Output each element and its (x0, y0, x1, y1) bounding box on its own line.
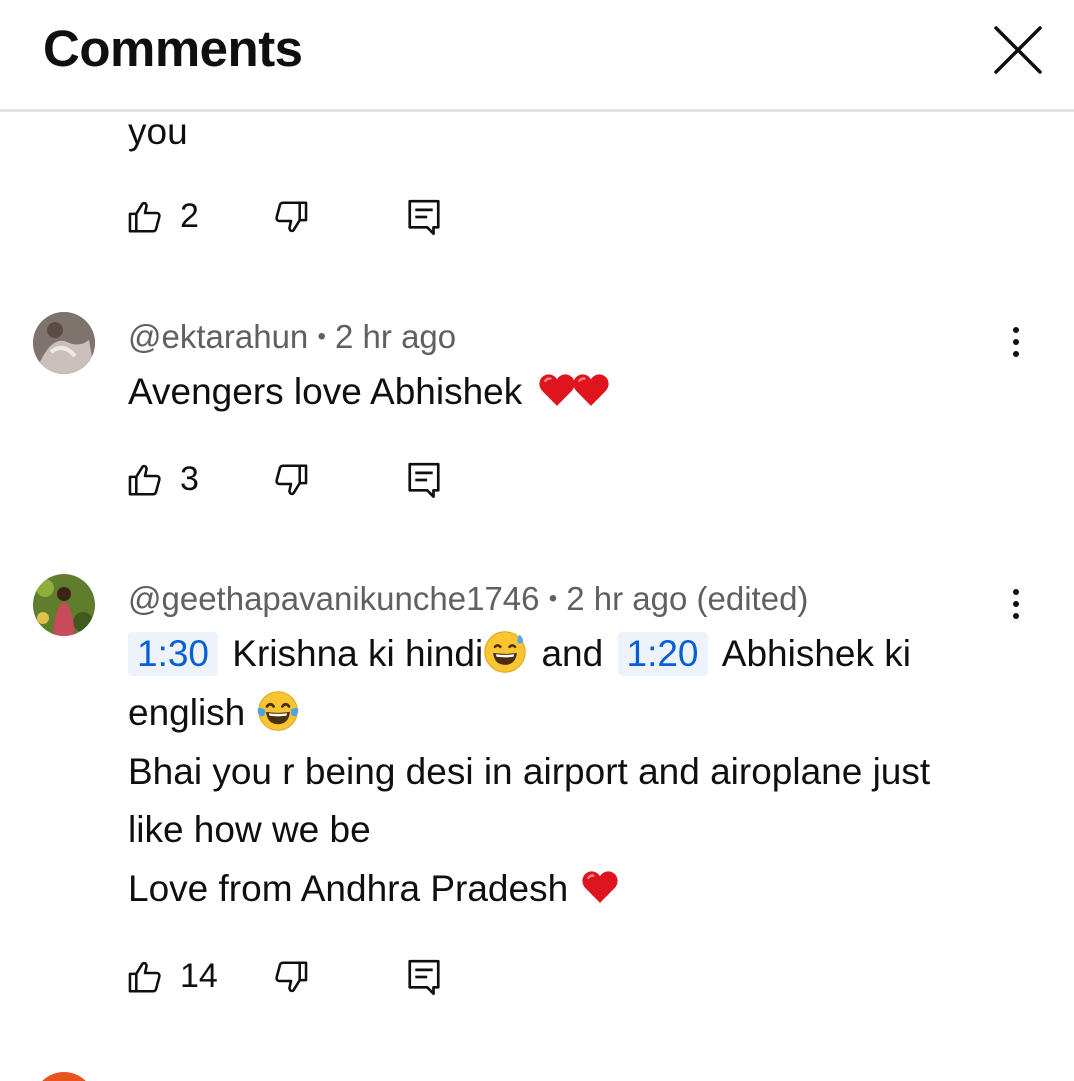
comment-segment: english (128, 692, 246, 733)
panel-title: Comments (43, 20, 303, 77)
more-options-button[interactable] (1000, 317, 1032, 367)
meta-separator: • (317, 323, 326, 350)
reply-button[interactable] (406, 952, 446, 1002)
like-count: 3 (180, 460, 199, 498)
comment-time: 2 hr ago (edited) (566, 580, 809, 617)
like-button[interactable]: 3 (126, 455, 236, 505)
close-button[interactable] (990, 22, 1046, 78)
avatar[interactable] (33, 1072, 95, 1081)
comment-actions: 3 (0, 455, 1074, 505)
like-count: 2 (180, 197, 199, 235)
comment-body: Avengers love Abhishek (128, 371, 523, 412)
reply-button[interactable] (406, 192, 446, 242)
more-options-button[interactable] (1000, 579, 1032, 629)
comment-text-line: 1:30 Krishna ki hindi and 1:20 Abhishek … (128, 625, 911, 683)
comment-meta: @geethapavanikunche1746 • 2 hr ago (edit… (128, 579, 808, 619)
comment-actions: 14 (0, 952, 1074, 1002)
reply-icon (408, 199, 440, 235)
comments-list[interactable]: you 2 @ektarahun • 2 hr ago Avengers lov… (0, 112, 1074, 1081)
timestamp-link[interactable]: 1:30 (128, 632, 219, 676)
comment-segment: Krishna ki hindi (232, 633, 484, 674)
dislike-icon (275, 961, 308, 993)
comments-header: Comments (0, 0, 1074, 112)
like-button[interactable]: 2 (126, 192, 236, 242)
reply-icon (408, 462, 440, 498)
reply-button[interactable] (406, 455, 446, 505)
comment-time: 2 hr ago (335, 318, 457, 355)
comment-text-line: english (128, 684, 300, 742)
dislike-button[interactable] (272, 952, 318, 1002)
like-count: 14 (180, 957, 218, 995)
comment-segment: Abhishek ki (721, 633, 912, 674)
comment-text-line: Love from Andhra Pradesh (128, 860, 620, 918)
comment-author[interactable]: @geethapavanikunche1746 (128, 580, 540, 617)
avatar[interactable] (33, 574, 95, 636)
comment-text: you (128, 112, 188, 152)
comment-segment: Love from Andhra Pradesh (128, 868, 569, 909)
like-icon (128, 464, 161, 496)
comment-segment: and (541, 633, 604, 674)
red-heart-emoji (582, 871, 619, 903)
like-button[interactable]: 14 (126, 952, 236, 1002)
avatar[interactable] (33, 312, 95, 374)
tears-of-joy-emoji (257, 691, 298, 731)
avatar-image (33, 574, 95, 636)
dislike-icon (275, 201, 308, 233)
like-icon (128, 961, 161, 993)
comment-text-line: Bhai you r being desi in airport and air… (128, 751, 931, 792)
reply-icon (408, 959, 440, 995)
timestamp-link[interactable]: 1:20 (617, 632, 708, 676)
grinning-sweat-emoji (484, 631, 526, 673)
dislike-button[interactable] (272, 192, 318, 242)
dislike-icon (275, 464, 308, 496)
avatar-image (33, 312, 95, 374)
comment-meta: @ektarahun • 2 hr ago (128, 317, 456, 357)
comment-text: Avengers love Abhishek (128, 363, 611, 421)
dislike-button[interactable] (272, 455, 318, 505)
meta-separator: • (548, 585, 558, 612)
red-heart-emoji (572, 374, 609, 406)
comment-author[interactable]: @ektarahun (128, 318, 308, 355)
comment-actions: 2 (0, 192, 1074, 242)
like-icon (128, 201, 161, 233)
comment-text-line: like how we be (128, 809, 371, 850)
close-icon (994, 26, 1042, 74)
